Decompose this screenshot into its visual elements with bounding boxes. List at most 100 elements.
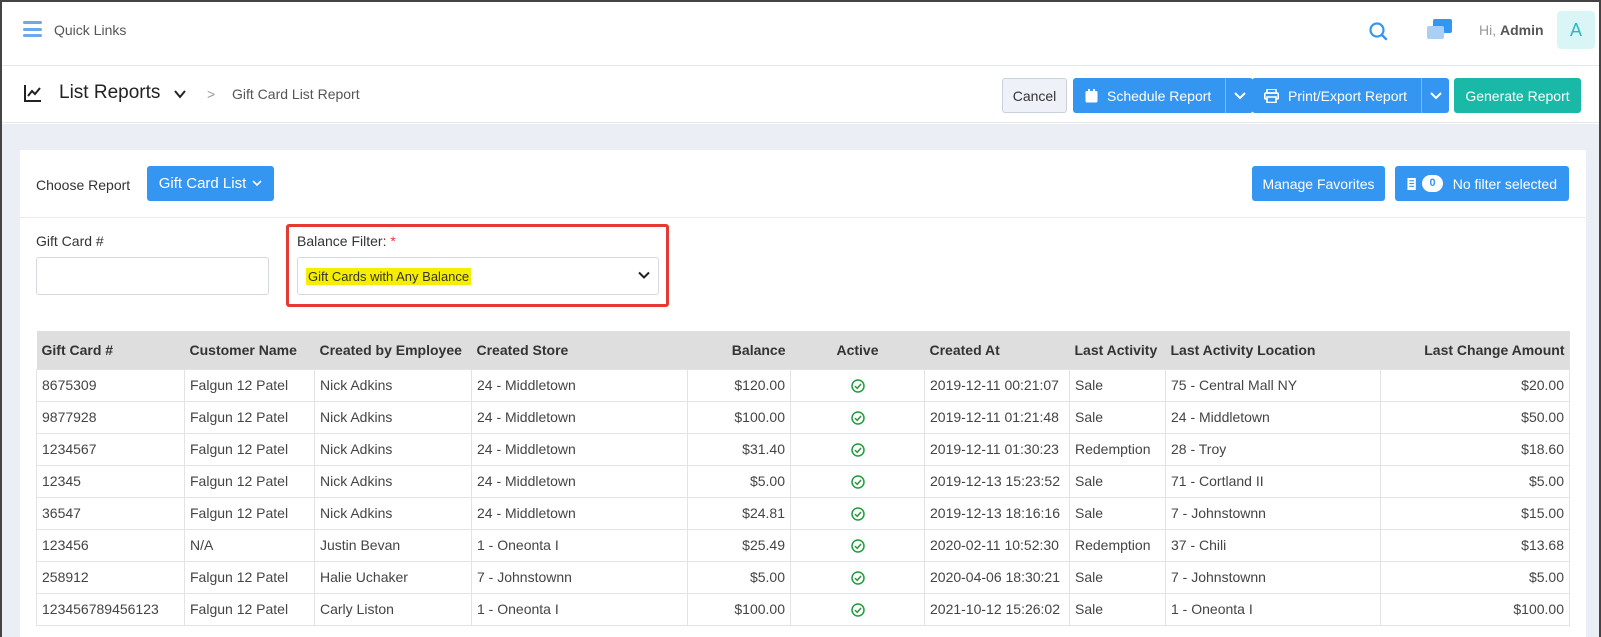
report-card: Choose Report Gift Card List Manage Favo…	[20, 150, 1586, 637]
no-filter-label: No filter selected	[1452, 175, 1557, 192]
print-export-button[interactable]: Print/Export Report	[1252, 78, 1422, 113]
table-cell-created-store: 24 - Middletown	[471, 400, 688, 434]
column-header-last-change[interactable]: Last Change Amount	[1380, 331, 1570, 369]
table-row[interactable]: 258912 Falgun 12 Patel Halie Uchaker 7 - Jo…	[36, 560, 1570, 594]
check-circle-icon	[850, 443, 865, 457]
top-bar: Quick Links Hi, Admin A	[2, 2, 1599, 66]
table-cell-last-change: $15.00	[1380, 496, 1570, 530]
table-cell-created-store: 24 - Middletown	[471, 432, 688, 466]
manage-favorites-button[interactable]: Manage Favorites	[1252, 166, 1385, 201]
table-cell-gift-card: 8675309	[36, 368, 185, 402]
table-row[interactable]: 123456789456123 Falgun 12 Patel Carly List…	[36, 592, 1570, 626]
table-header-row: Gift Card # Customer Name Created by Emplo…	[36, 331, 1570, 369]
table-cell-last-change: $20.00	[1380, 368, 1570, 402]
column-header-created-at[interactable]: Created At	[924, 331, 1070, 369]
column-header-gift-card[interactable]: Gift Card #	[36, 331, 185, 369]
check-circle-icon	[850, 475, 865, 489]
chevron-down-icon	[252, 180, 262, 187]
generate-report-button[interactable]: Generate Report	[1454, 78, 1581, 113]
table-cell-customer-name: Falgun 12 Patel	[184, 368, 315, 402]
table-cell-created-store: 1 - Oneonta I	[471, 528, 688, 562]
schedule-report-button-group: Schedule Report	[1073, 78, 1254, 113]
avatar[interactable]: A	[1557, 11, 1595, 49]
table-cell-gift-card: 258912	[36, 560, 185, 594]
table-cell-last-location: 71 - Cortland II	[1165, 464, 1381, 498]
table-cell-created-at: 2020-04-06 18:30:21	[924, 560, 1070, 594]
chat-icon[interactable]	[1426, 18, 1454, 42]
gift-card-number-input[interactable]	[36, 257, 269, 295]
table-cell-last-change: $5.00	[1380, 464, 1570, 498]
schedule-report-label: Schedule Report	[1107, 87, 1212, 104]
page-background-right	[1586, 150, 1599, 637]
table-body: 8675309 Falgun 12 Patel Nick Adkins 24 - Mi…	[36, 368, 1570, 626]
table-cell-last-activity: Sale	[1069, 400, 1166, 434]
table-row[interactable]: 9877928 Falgun 12 Patel Nick Adkins 24 - Mi…	[36, 400, 1570, 434]
table-cell-balance: $25.49	[687, 528, 791, 562]
report-type-dropdown[interactable]: Gift Card List	[147, 166, 274, 201]
table-cell-balance: $120.00	[687, 368, 791, 402]
table-row[interactable]: 12345 Falgun 12 Patel Nick Adkins 24 - Midd…	[36, 464, 1570, 498]
gift-card-table: Gift Card # Customer Name Created by Emplo…	[36, 331, 1570, 626]
table-cell-created-by: Nick Adkins	[314, 432, 472, 466]
table-cell-active	[790, 592, 925, 626]
hamburger-menu-icon[interactable]	[23, 21, 42, 37]
print-export-label: Print/Export Report	[1288, 87, 1408, 104]
check-circle-icon	[850, 379, 865, 393]
table-cell-created-by: Nick Adkins	[314, 496, 472, 530]
column-header-active[interactable]: Active	[790, 331, 925, 369]
table-cell-last-change: $5.00	[1380, 560, 1570, 594]
greeting-prefix: Hi,	[1479, 22, 1497, 38]
table-cell-last-activity: Sale	[1069, 464, 1166, 498]
table-row[interactable]: 123456 N/A Justin Bevan 1 - Oneonta I $25.49…	[36, 528, 1570, 562]
table-cell-balance: $100.00	[687, 592, 791, 626]
table-cell-balance: $5.00	[687, 560, 791, 594]
divider	[20, 217, 1586, 218]
table-cell-gift-card: 123456789456123	[36, 592, 185, 626]
page-header: List Reports > Gift Card List Report Can…	[2, 67, 1599, 123]
print-export-dropdown[interactable]	[1421, 78, 1450, 113]
chevron-down-icon	[1234, 91, 1246, 99]
table-cell-created-at: 2020-02-11 10:52:30	[924, 528, 1070, 562]
table-cell-created-at: 2019-12-11 00:21:07	[924, 368, 1070, 402]
table-cell-active	[790, 528, 925, 562]
column-header-balance[interactable]: Balance	[687, 331, 791, 369]
table-cell-gift-card: 12345	[36, 464, 185, 498]
chevron-down-icon[interactable]	[173, 87, 187, 101]
app-window: Quick Links Hi, Admin A List Reports > G…	[0, 0, 1601, 637]
column-header-customer-name[interactable]: Customer Name	[184, 331, 315, 369]
filter-status-button[interactable]: 0 No filter selected	[1395, 166, 1569, 201]
quick-links-link[interactable]: Quick Links	[54, 22, 126, 38]
table-cell-balance: $5.00	[687, 464, 791, 498]
column-header-created-store[interactable]: Created Store	[471, 331, 688, 369]
balance-filter-value: Gift Cards with Any Balance	[306, 268, 472, 285]
table-cell-last-location: 7 - Johnstownn	[1165, 496, 1381, 530]
table-cell-created-store: 24 - Middletown	[471, 496, 688, 530]
check-circle-icon	[850, 411, 865, 425]
schedule-report-dropdown[interactable]	[1225, 78, 1254, 113]
table-cell-last-change: $50.00	[1380, 400, 1570, 434]
report-type-label: Gift Card List	[158, 175, 247, 192]
table-cell-created-store: 24 - Middletown	[471, 464, 688, 498]
table-cell-gift-card: 123456	[36, 528, 185, 562]
breadcrumb-separator: >	[207, 86, 216, 102]
table-cell-created-by: Justin Bevan	[314, 528, 472, 562]
table-cell-last-change: $13.68	[1380, 528, 1570, 562]
column-header-created-by[interactable]: Created by Employee	[314, 331, 472, 369]
table-cell-active	[790, 368, 925, 402]
table-cell-created-store: 24 - Middletown	[471, 368, 688, 402]
search-icon[interactable]	[1368, 21, 1388, 41]
user-greeting: Hi, Admin	[1479, 22, 1544, 38]
table-cell-created-at: 2019-12-13 15:23:52	[924, 464, 1070, 498]
table-cell-last-activity: Sale	[1069, 368, 1166, 402]
schedule-report-button[interactable]: Schedule Report	[1073, 78, 1226, 113]
column-header-last-activity[interactable]: Last Activity	[1069, 331, 1166, 369]
table-row[interactable]: 1234567 Falgun 12 Patel Nick Adkins 24 - Mi…	[36, 432, 1570, 466]
table-cell-created-by: Nick Adkins	[314, 464, 472, 498]
table-row[interactable]: 36547 Falgun 12 Patel Nick Adkins 24 - Midd…	[36, 496, 1570, 530]
cancel-button[interactable]: Cancel	[1002, 78, 1067, 113]
column-header-last-location[interactable]: Last Activity Location	[1165, 331, 1381, 369]
table-row[interactable]: 8675309 Falgun 12 Patel Nick Adkins 24 - Mi…	[36, 368, 1570, 402]
balance-filter-select[interactable]: Gift Cards with Any Balance	[297, 257, 659, 295]
table-cell-created-by: Carly Liston	[314, 592, 472, 626]
table-cell-active	[790, 464, 925, 498]
